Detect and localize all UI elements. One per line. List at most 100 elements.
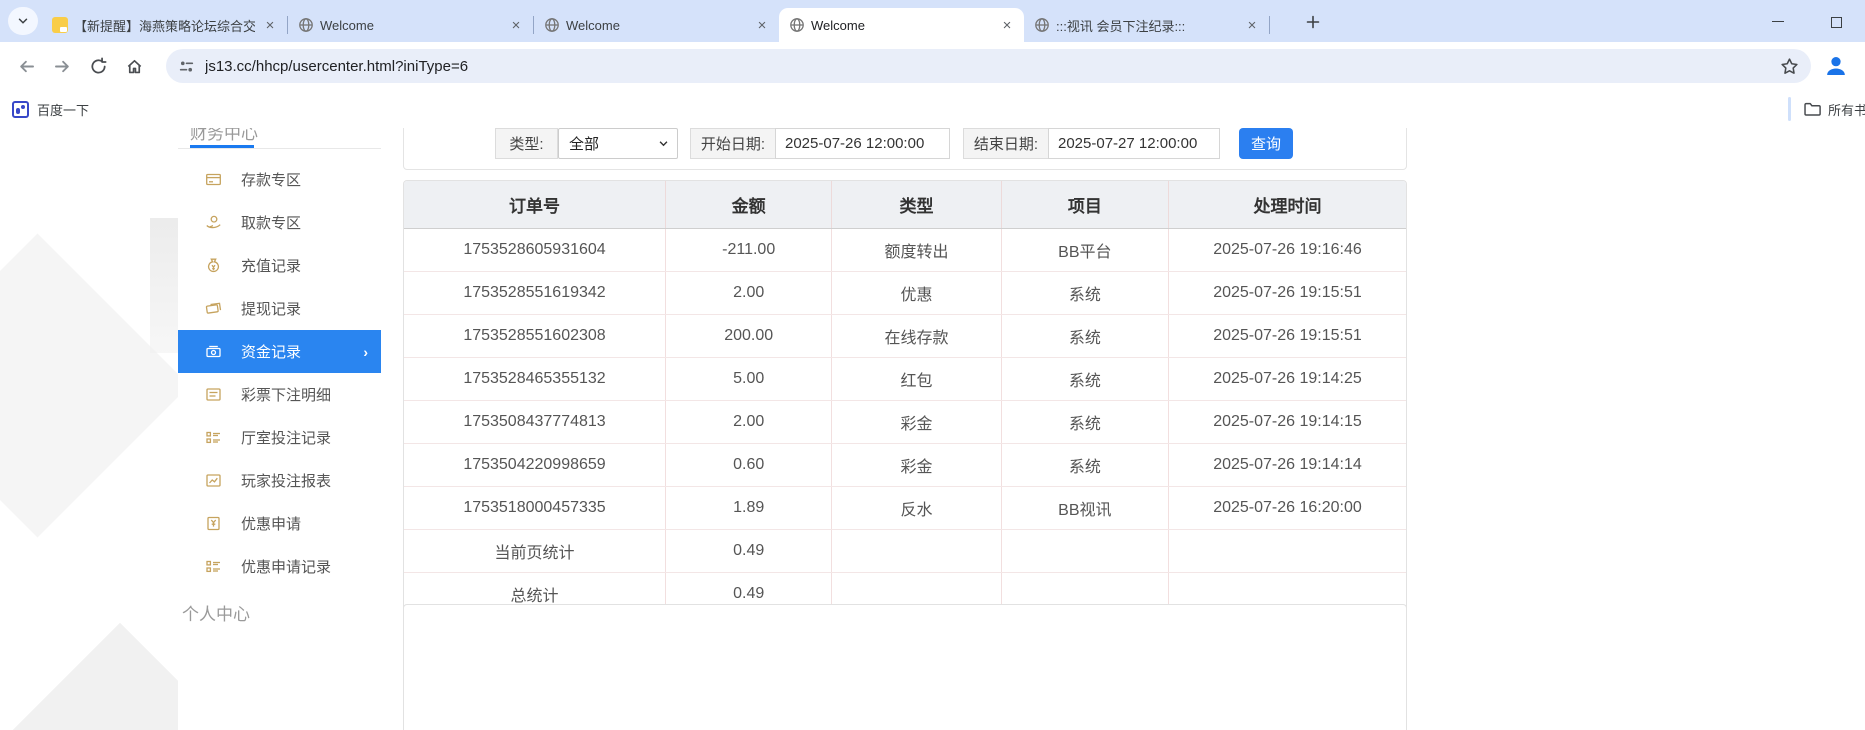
- sidebar-item-withdraw-record[interactable]: 提现记录: [178, 287, 381, 330]
- document-list-icon: [205, 386, 222, 403]
- tab-welcome-active[interactable]: Welcome ×: [779, 8, 1024, 42]
- end-date-input[interactable]: 2025-07-27 12:00:00: [1048, 128, 1220, 159]
- cell-type: 额度转出: [832, 229, 1001, 272]
- home-icon: [125, 57, 144, 76]
- sidebar-item-label: 优惠申请: [241, 513, 301, 534]
- bookmark-label: 百度一下: [37, 100, 89, 119]
- cell-amount: 2.00: [666, 401, 832, 444]
- site-info-icon[interactable]: [178, 58, 195, 75]
- tab-title: Welcome: [566, 18, 747, 33]
- sidebar-item-promo-apply[interactable]: 优惠申请: [178, 502, 381, 545]
- bank-card-icon: [205, 171, 222, 188]
- address-bar[interactable]: js13.cc/hhcp/usercenter.html?iniType=6: [166, 49, 1811, 83]
- sidebar-item-deposit[interactable]: 存款专区: [178, 158, 381, 201]
- banknotes-icon: [205, 343, 222, 360]
- col-type: 类型: [832, 181, 1001, 229]
- tab-separator: [1269, 16, 1270, 34]
- tab-forum[interactable]: 【新提醒】海燕策略论坛综合交 ×: [42, 8, 287, 42]
- table-row: 1753528465355132 5.00 红包 系统 2025-07-26 1…: [404, 358, 1406, 401]
- col-process-time: 处理时间: [1169, 181, 1407, 229]
- back-icon: [17, 57, 36, 76]
- table-row: 1753504220998659 0.60 彩金 系统 2025-07-26 1…: [404, 444, 1406, 487]
- close-icon[interactable]: ×: [1243, 16, 1261, 34]
- close-icon[interactable]: ×: [507, 16, 525, 34]
- table-row: 1753508437774813 2.00 彩金 系统 2025-07-26 1…: [404, 401, 1406, 444]
- sidebar-item-label: 玩家投注报表: [241, 470, 331, 491]
- profile-button[interactable]: [1821, 51, 1851, 81]
- all-bookmarks-button[interactable]: 所有书签: [1803, 100, 1865, 119]
- bookmark-baidu[interactable]: 百度一下: [12, 96, 89, 122]
- browser-toolbar: js13.cc/hhcp/usercenter.html?iniType=6: [0, 42, 1865, 90]
- plus-icon: [1305, 14, 1321, 30]
- background-texture: [150, 218, 178, 353]
- page-content: 财务中心 存款专区 取款专区 充值记录 提现记录 资金记录: [0, 128, 1865, 730]
- back-button[interactable]: [8, 48, 44, 84]
- table-row: 1753528551602308 200.00 在线存款 系统 2025-07-…: [404, 315, 1406, 358]
- forward-button[interactable]: [44, 48, 80, 84]
- cell-project: 系统: [1001, 315, 1168, 358]
- end-date-label: 结束日期:: [963, 128, 1048, 159]
- chevron-down-icon: [658, 138, 669, 149]
- home-button[interactable]: [116, 48, 152, 84]
- person-icon: [1824, 54, 1848, 78]
- close-icon[interactable]: ×: [261, 16, 279, 34]
- forward-icon: [53, 57, 72, 76]
- cell-amount: 0.60: [666, 444, 832, 487]
- main-content: 类型: 全部 开始日期: 2025-07-26 12:00:00 结束日期: 2…: [403, 128, 1407, 730]
- tab-betting-record[interactable]: :::视讯 会员下注纪录::: ×: [1024, 8, 1269, 42]
- sidebar-section-personal: 个人中心: [178, 600, 381, 625]
- cell-type: 在线存款: [832, 315, 1001, 358]
- sidebar-item-lottery-bets[interactable]: 彩票下注明细: [178, 373, 381, 416]
- new-tab-button[interactable]: [1300, 9, 1326, 35]
- cell-amount: 2.00: [666, 272, 832, 315]
- all-bookmarks-label: 所有书签: [1828, 100, 1865, 119]
- pagination-panel: [403, 604, 1407, 730]
- sidebar-item-promo-record[interactable]: 优惠申请记录: [178, 545, 381, 588]
- cell-process-time: 2025-07-26 19:14:25: [1169, 358, 1407, 401]
- close-icon[interactable]: ×: [753, 16, 771, 34]
- tab-welcome-2[interactable]: Welcome ×: [534, 8, 779, 42]
- filter-row: 类型: 全部 开始日期: 2025-07-26 12:00:00 结束日期: 2…: [403, 128, 1407, 159]
- cell-amount: 0.49: [666, 530, 832, 573]
- sidebar-item-label: 优惠申请记录: [241, 556, 331, 577]
- cell-project: BB视讯: [1001, 487, 1168, 530]
- cell-amount: -211.00: [666, 229, 832, 272]
- tab-welcome-1[interactable]: Welcome ×: [288, 8, 533, 42]
- chevron-right-icon: ›: [363, 344, 368, 360]
- sidebar-item-label: 提现记录: [241, 298, 301, 319]
- restore-button[interactable]: [1807, 0, 1865, 42]
- forum-favicon-icon: [52, 17, 68, 33]
- close-icon[interactable]: ×: [998, 16, 1016, 34]
- search-button[interactable]: 查询: [1239, 128, 1293, 159]
- table-row: 1753528605931604 -211.00 额度转出 BB平台 2025-…: [404, 229, 1406, 272]
- sidebar-menu: 存款专区 取款专区 充值记录 提现记录 资金记录 › 彩票下注明细: [178, 158, 381, 588]
- tab-search-button[interactable]: [8, 7, 38, 35]
- sidebar-item-withdraw[interactable]: 取款专区: [178, 201, 381, 244]
- sidebar-item-label: 充值记录: [241, 255, 301, 276]
- sidebar-item-recharge-record[interactable]: 充值记录: [178, 244, 381, 287]
- reload-button[interactable]: [80, 48, 116, 84]
- cell-project: 系统: [1001, 358, 1168, 401]
- sidebar-item-player-report[interactable]: 玩家投注报表: [178, 459, 381, 502]
- cell-order-id: 1753528551602308: [404, 315, 666, 358]
- start-date-input[interactable]: 2025-07-26 12:00:00: [775, 128, 950, 159]
- sidebar-item-fund-record[interactable]: 资金记录 ›: [178, 330, 381, 373]
- records-table: 订单号 金额 类型 项目 处理时间 1753528605931604 -211.…: [404, 181, 1406, 616]
- sidebar-item-label: 彩票下注明细: [241, 384, 331, 405]
- cell-project: 系统: [1001, 272, 1168, 315]
- cell-order-id: 1753528551619342: [404, 272, 666, 315]
- records-table-card: 订单号 金额 类型 项目 处理时间 1753528605931604 -211.…: [403, 180, 1407, 617]
- baidu-icon: [12, 101, 29, 118]
- bookmark-star-icon[interactable]: [1780, 57, 1799, 76]
- col-amount: 金额: [666, 181, 832, 229]
- cell-process-time: 2025-07-26 19:14:15: [1169, 401, 1407, 444]
- type-select[interactable]: 全部: [558, 128, 678, 159]
- table-row: 1753518000457335 1.89 反水 BB视讯 2025-07-26…: [404, 487, 1406, 530]
- sidebar: 财务中心 存款专区 取款专区 充值记录 提现记录 资金记录: [178, 128, 381, 730]
- cell-project: 系统: [1001, 401, 1168, 444]
- sidebar-item-room-bets[interactable]: 厅室投注记录: [178, 416, 381, 459]
- table-body: 1753528605931604 -211.00 额度转出 BB平台 2025-…: [404, 229, 1406, 616]
- minimize-button[interactable]: [1749, 0, 1807, 42]
- coupon-icon: [205, 515, 222, 532]
- cell-type: 优惠: [832, 272, 1001, 315]
